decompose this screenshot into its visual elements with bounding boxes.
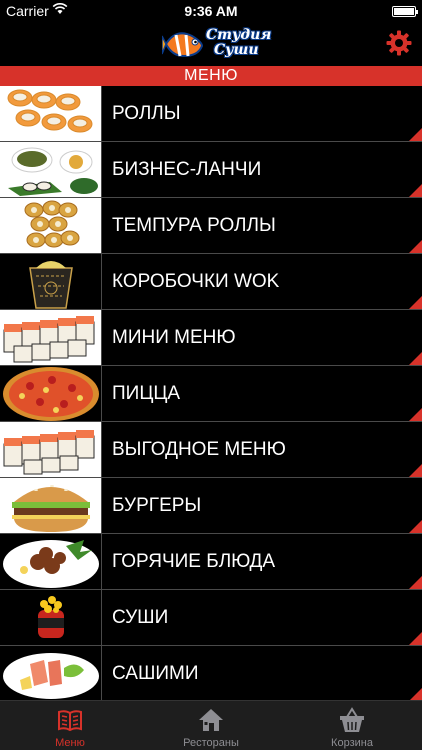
menu-item-burgers[interactable]: БУРГЕРЫ — [0, 478, 422, 534]
pizza-image — [0, 366, 102, 421]
menu-item-label: ГОРЯЧИЕ БЛЮДА — [112, 551, 276, 572]
menu-item-tempura-rolls[interactable]: ТЕМПУРА РОЛЛЫ — [0, 198, 422, 254]
corner-accent — [409, 520, 422, 533]
book-icon — [58, 710, 82, 732]
tab-label: Рестораны — [183, 737, 239, 749]
sashimi-image — [0, 646, 102, 700]
section-header: МЕНЮ — [0, 66, 422, 86]
menu-item-label: БИЗНЕС-ЛАНЧИ — [112, 159, 262, 180]
tab-bar: Меню Рестораны Корзина — [0, 700, 422, 750]
menu-item-label: САШИМИ — [112, 663, 199, 684]
battery-icon — [392, 6, 418, 17]
logo-text: Студия Суши — [206, 28, 271, 58]
tab-label: Корзина — [331, 737, 373, 749]
rolls-image — [0, 86, 102, 141]
corner-accent — [409, 296, 422, 309]
burger-image — [0, 478, 102, 533]
menu-item-business-lunch[interactable]: БИЗНЕС-ЛАНЧИ — [0, 142, 422, 198]
corner-accent — [409, 184, 422, 197]
menu-item-label: РОЛЛЫ — [112, 103, 181, 124]
menu-item-rolls[interactable]: РОЛЛЫ — [0, 86, 422, 142]
hot-dishes-image — [0, 534, 102, 589]
menu-item-label: БУРГЕРЫ — [112, 495, 202, 516]
house-icon — [199, 709, 223, 731]
menu-item-label: КОРОБОЧКИ WOK — [112, 271, 280, 292]
corner-accent — [409, 408, 422, 421]
menu-item-label: СУШИ — [112, 607, 169, 628]
sushi-image — [0, 590, 102, 645]
fish-logo-icon — [162, 32, 204, 58]
menu-item-label: МИНИ МЕНЮ — [112, 327, 236, 348]
menu-item-sashimi[interactable]: САШИМИ — [0, 646, 422, 700]
studio-sushi-logo: Студия Суши — [162, 24, 271, 64]
tab-restaurants[interactable]: Рестораны — [141, 701, 281, 750]
corner-accent — [409, 464, 422, 477]
business-lunch-image — [0, 142, 102, 197]
clock: 9:36 AM — [184, 3, 238, 19]
corner-accent — [409, 576, 422, 589]
logo-line-1: Студия — [206, 27, 272, 43]
wok-box-image — [0, 254, 102, 309]
corner-accent — [409, 688, 422, 700]
tab-cart[interactable]: Корзина — [282, 701, 422, 750]
menu-item-value-menu[interactable]: ВЫГОДНОЕ МЕНЮ — [0, 422, 422, 478]
mini-menu-image — [0, 310, 102, 365]
corner-accent — [409, 240, 422, 253]
value-menu-image — [0, 422, 102, 477]
tab-label: Меню — [55, 737, 85, 749]
status-bar: Carrier 9:36 AM — [0, 0, 422, 22]
corner-accent — [409, 352, 422, 365]
basket-icon — [340, 707, 364, 732]
corner-accent — [409, 128, 422, 141]
menu-list[interactable]: РОЛЛЫ БИЗНЕС-ЛАНЧИ ТЕМПУРА РОЛЛЫ КОРОБОЧ… — [0, 86, 422, 700]
tab-menu[interactable]: Меню — [0, 701, 140, 750]
tempura-rolls-image — [0, 198, 102, 253]
menu-item-sushi[interactable]: СУШИ — [0, 590, 422, 646]
nav-bar: Студия Суши — [0, 22, 422, 66]
menu-item-label: ВЫГОДНОЕ МЕНЮ — [112, 439, 286, 460]
menu-item-wok-boxes[interactable]: КОРОБОЧКИ WOK — [0, 254, 422, 310]
menu-item-label: ТЕМПУРА РОЛЛЫ — [112, 215, 276, 236]
menu-item-label: ПИЦЦА — [112, 383, 181, 404]
menu-item-hot-dishes[interactable]: ГОРЯЧИЕ БЛЮДА — [0, 534, 422, 590]
corner-accent — [409, 632, 422, 645]
menu-item-mini-menu[interactable]: МИНИ МЕНЮ — [0, 310, 422, 366]
menu-item-pizza[interactable]: ПИЦЦА — [0, 366, 422, 422]
gear-icon[interactable] — [386, 30, 412, 56]
logo-line-2: Суши — [214, 42, 259, 58]
